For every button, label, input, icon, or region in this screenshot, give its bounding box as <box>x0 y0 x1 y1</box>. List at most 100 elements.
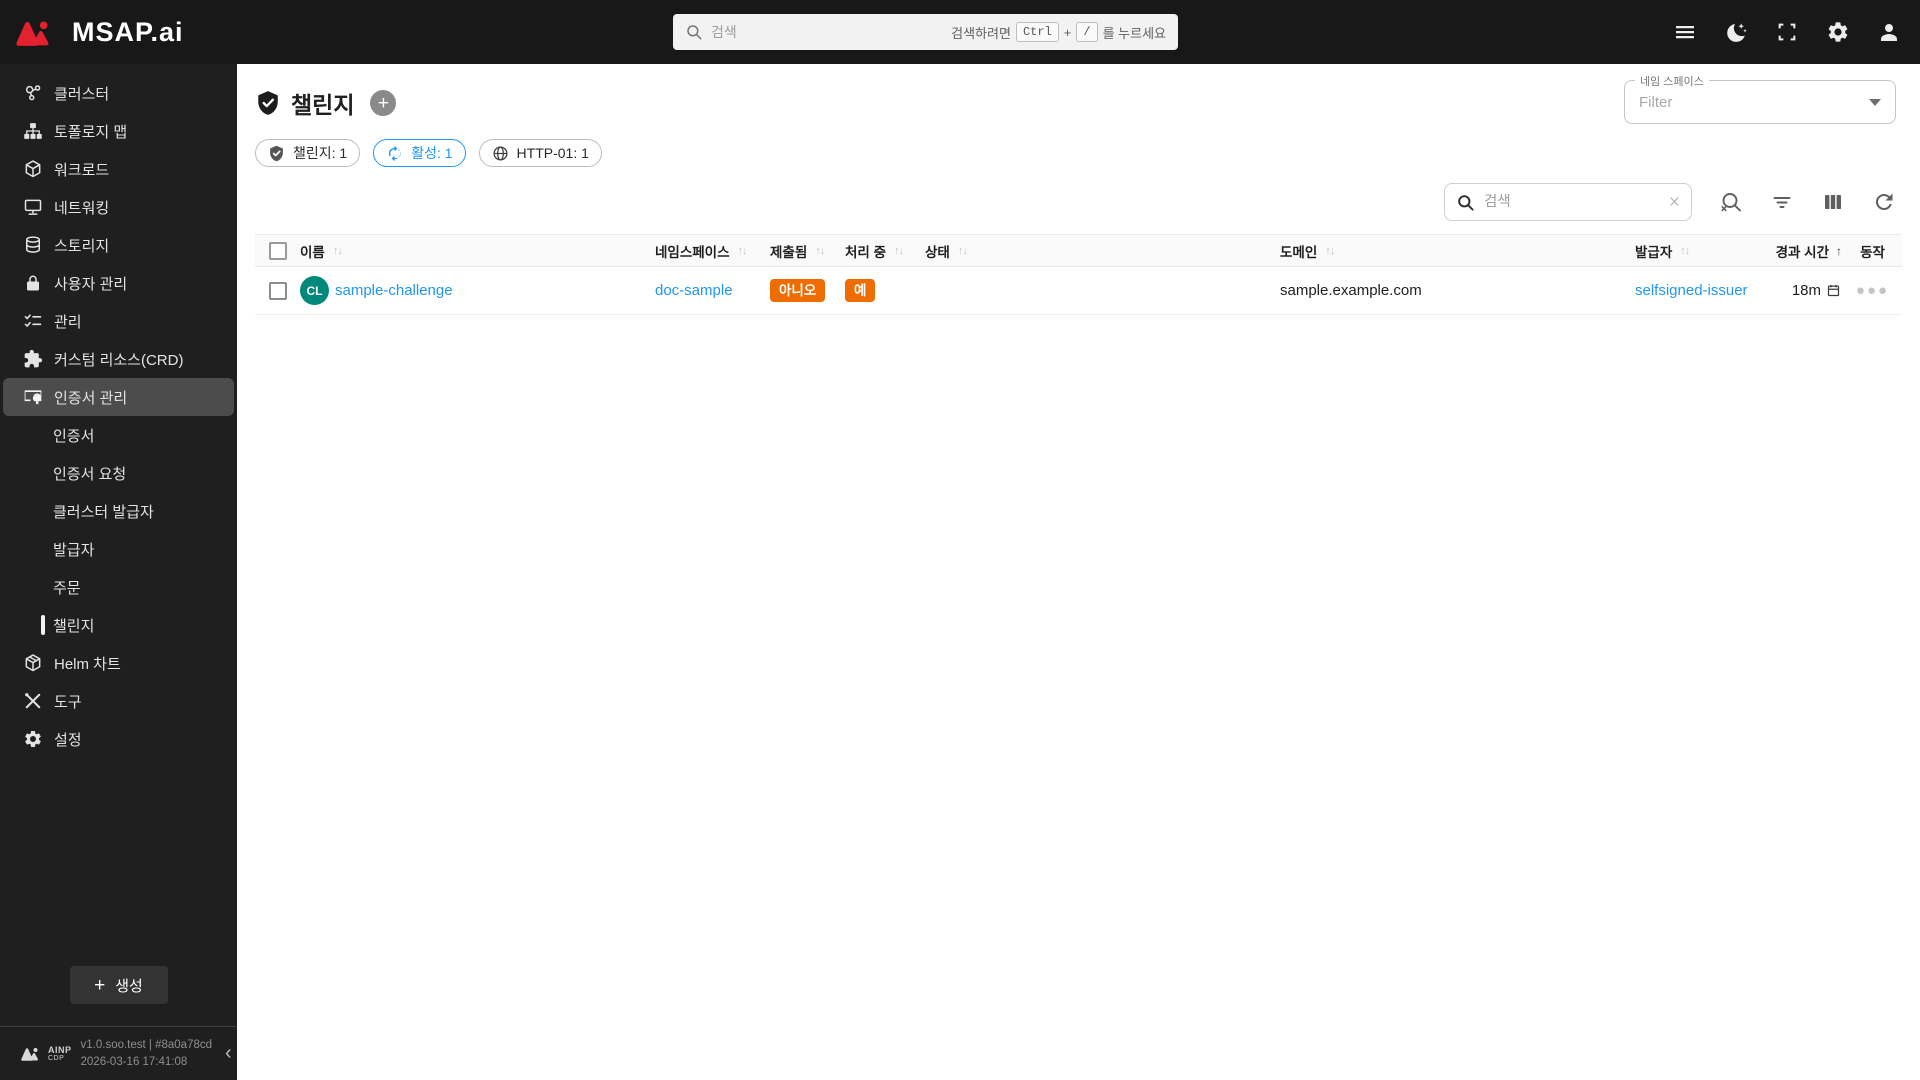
sidebar-item-label: 토폴로지 맵 <box>54 123 128 141</box>
sidebar-item-topology-map[interactable]: 토폴로지 맵 <box>0 112 237 150</box>
namespace-link[interactable]: doc-sample <box>655 282 733 299</box>
sidebar-item-management[interactable]: 관리 <box>0 302 237 340</box>
sidebar-subitem-cluster-issuers[interactable]: 클러스터 발급자 <box>0 492 237 530</box>
sidebar-item-user-management[interactable]: 사용자 관리 <box>0 264 237 302</box>
shield-check-icon <box>270 145 283 161</box>
filter-icon[interactable] <box>1770 190 1794 214</box>
sidebar-item-settings[interactable]: 설정 <box>0 720 237 758</box>
processing-badge: 예 <box>845 278 876 303</box>
table-toolbar: × <box>255 183 1902 221</box>
sidebar-collapse-icon[interactable]: ‹ <box>221 1042 236 1065</box>
row-select-cell <box>255 281 300 300</box>
sidebar-subitem-certificate-requests[interactable]: 인증서 요청 <box>0 454 237 492</box>
select-all-checkbox[interactable] <box>269 241 287 260</box>
sidebar-subitem-certificates[interactable]: 인증서 <box>0 416 237 454</box>
sidebar-subitem-challenges[interactable]: 챌린지 <box>0 606 237 644</box>
sidebar-footer: AINP CDP v1.0.soo.test | #8a0a78cd 2026-… <box>0 1026 237 1080</box>
header-label: 이름 <box>300 244 325 260</box>
footer-brand-line2: CDP <box>48 1054 65 1062</box>
shield-check-icon <box>258 91 278 115</box>
header-name[interactable]: 이름 ↑↓ <box>300 241 655 261</box>
table-search[interactable]: × <box>1444 183 1692 221</box>
table-row: CL sample-challenge doc-sample 아니오 예 sam… <box>255 267 1902 315</box>
settings-gear-icon[interactable] <box>1825 19 1851 45</box>
dark-mode-icon[interactable] <box>1723 19 1749 45</box>
row-checkbox[interactable] <box>269 281 287 300</box>
account-icon[interactable] <box>1876 19 1902 45</box>
header-domain[interactable]: 도메인 ↑↓ <box>1280 241 1635 261</box>
issuer-link[interactable]: selfsigned-issuer <box>1635 282 1748 299</box>
lock-icon <box>23 273 43 293</box>
sidebar-subitem-label: 챌린지 <box>53 617 95 635</box>
globe-icon <box>493 145 508 161</box>
header-issuer[interactable]: 발급자 ↑↓ <box>1635 241 1755 261</box>
challenge-name-link[interactable]: sample-challenge <box>335 282 453 299</box>
sort-icon: ↑↓ <box>332 244 343 257</box>
header-label: 발급자 <box>1635 244 1673 260</box>
footer-timestamp: 2026-03-16 17:41:08 <box>80 1055 188 1068</box>
row-menu-icon[interactable]: ●●● <box>1856 282 1889 299</box>
sidebar-subitem-issuers[interactable]: 발급자 <box>0 530 237 568</box>
sort-icon: ↑↓ <box>957 244 968 257</box>
app-logo[interactable]: MSAP.ai <box>0 16 237 48</box>
topology-icon <box>23 121 43 141</box>
sidebar-item-label: Helm 차트 <box>54 655 121 673</box>
header-label: 처리 중 <box>845 244 887 260</box>
header-label: 상태 <box>925 244 950 260</box>
header-actions: 동작 <box>1845 241 1900 261</box>
chip-http01-count[interactable]: HTTP-01: 1 <box>478 139 602 167</box>
chip-active-count[interactable]: 활성: 1 <box>373 139 466 167</box>
header-age[interactable]: 경과 시간 ↑ <box>1755 241 1845 261</box>
create-button[interactable]: + 생성 <box>69 966 168 1004</box>
logo-text: MSAP.ai <box>72 16 184 47</box>
row-processing-cell: 예 <box>845 278 925 303</box>
namespace-filter-value: Filter <box>1639 93 1673 111</box>
row-actions-cell: ●●● <box>1845 282 1900 299</box>
avatar: CL <box>300 276 329 305</box>
global-search-input[interactable] <box>711 24 944 40</box>
sort-icon: ↑↓ <box>894 244 904 257</box>
sidebar-item-certificate-management[interactable]: 인증서 관리 <box>3 378 234 416</box>
main-content: 챌린지 + 네임 스페이스 Filter 챌린지: 1 활성: 1 HTTP-0… <box>237 64 1920 1080</box>
fullscreen-icon[interactable] <box>1774 19 1800 45</box>
footer-version: v1.0.soo.test | #8a0a78cd <box>80 1039 213 1052</box>
search-shortcut-hint: 검색하려면 Ctrl + / 를 누르세요 <box>951 22 1166 42</box>
sidebar-item-custom-resources[interactable]: 커스텀 리소스(CRD) <box>0 340 237 378</box>
add-challenge-button[interactable]: + <box>370 90 397 116</box>
select-all-cell <box>255 241 300 260</box>
clear-search-icon[interactable]: × <box>1669 193 1680 212</box>
topbar-actions <box>1672 0 1902 64</box>
sidebar-subitem-label: 발급자 <box>53 541 95 559</box>
header-processing[interactable]: 처리 중 ↑↓ <box>845 241 925 261</box>
header-presented[interactable]: 제출됨 ↑↓ <box>770 241 845 261</box>
row-name-cell: CL sample-challenge <box>300 276 655 305</box>
sidebar-item-storage[interactable]: 스토리지 <box>0 226 237 264</box>
search-icon <box>687 25 702 40</box>
table-search-input[interactable] <box>1484 194 1660 210</box>
sidebar-item-tools[interactable]: 도구 <box>0 682 237 720</box>
namespace-filter-select[interactable]: 네임 스페이스 Filter <box>1624 73 1896 124</box>
sidebar-item-workloads[interactable]: 워크로드 <box>0 150 237 188</box>
sidebar-item-helm-charts[interactable]: Helm 차트 <box>0 644 237 682</box>
active-indicator-bar <box>41 615 45 635</box>
plus-icon: + <box>94 974 106 996</box>
columns-icon[interactable] <box>1821 190 1845 214</box>
presented-badge: 아니오 <box>770 278 826 303</box>
chip-challenges-count[interactable]: 챌린지: 1 <box>255 139 361 167</box>
advanced-search-icon[interactable] <box>1719 190 1743 214</box>
refresh-icon[interactable] <box>1872 190 1896 214</box>
menu-icon[interactable] <box>1672 19 1698 45</box>
sort-icon: ↑↓ <box>1325 244 1335 257</box>
sidebar-item-clusters[interactable]: 클러스터 <box>0 74 237 112</box>
chevron-down-icon <box>1869 98 1881 106</box>
challenges-table: 이름 ↑↓ 네임스페이스 ↑↓ 제출됨 ↑↓ 처리 중 ↑↓ 상태 ↑↓ 도메인… <box>255 234 1902 315</box>
database-icon <box>23 235 43 255</box>
sidebar-item-networking[interactable]: 네트워킹 <box>0 188 237 226</box>
sidebar-subitem-orders[interactable]: 주문 <box>0 568 237 606</box>
tools-icon <box>23 691 43 711</box>
global-search[interactable]: 검색하려면 Ctrl + / 를 누르세요 <box>673 14 1178 50</box>
footer-brand: AINP CDP <box>20 1045 72 1062</box>
header-namespace[interactable]: 네임스페이스 ↑↓ <box>655 241 770 261</box>
header-state[interactable]: 상태 ↑↓ <box>925 241 1280 261</box>
row-namespace-cell: doc-sample <box>655 282 770 299</box>
